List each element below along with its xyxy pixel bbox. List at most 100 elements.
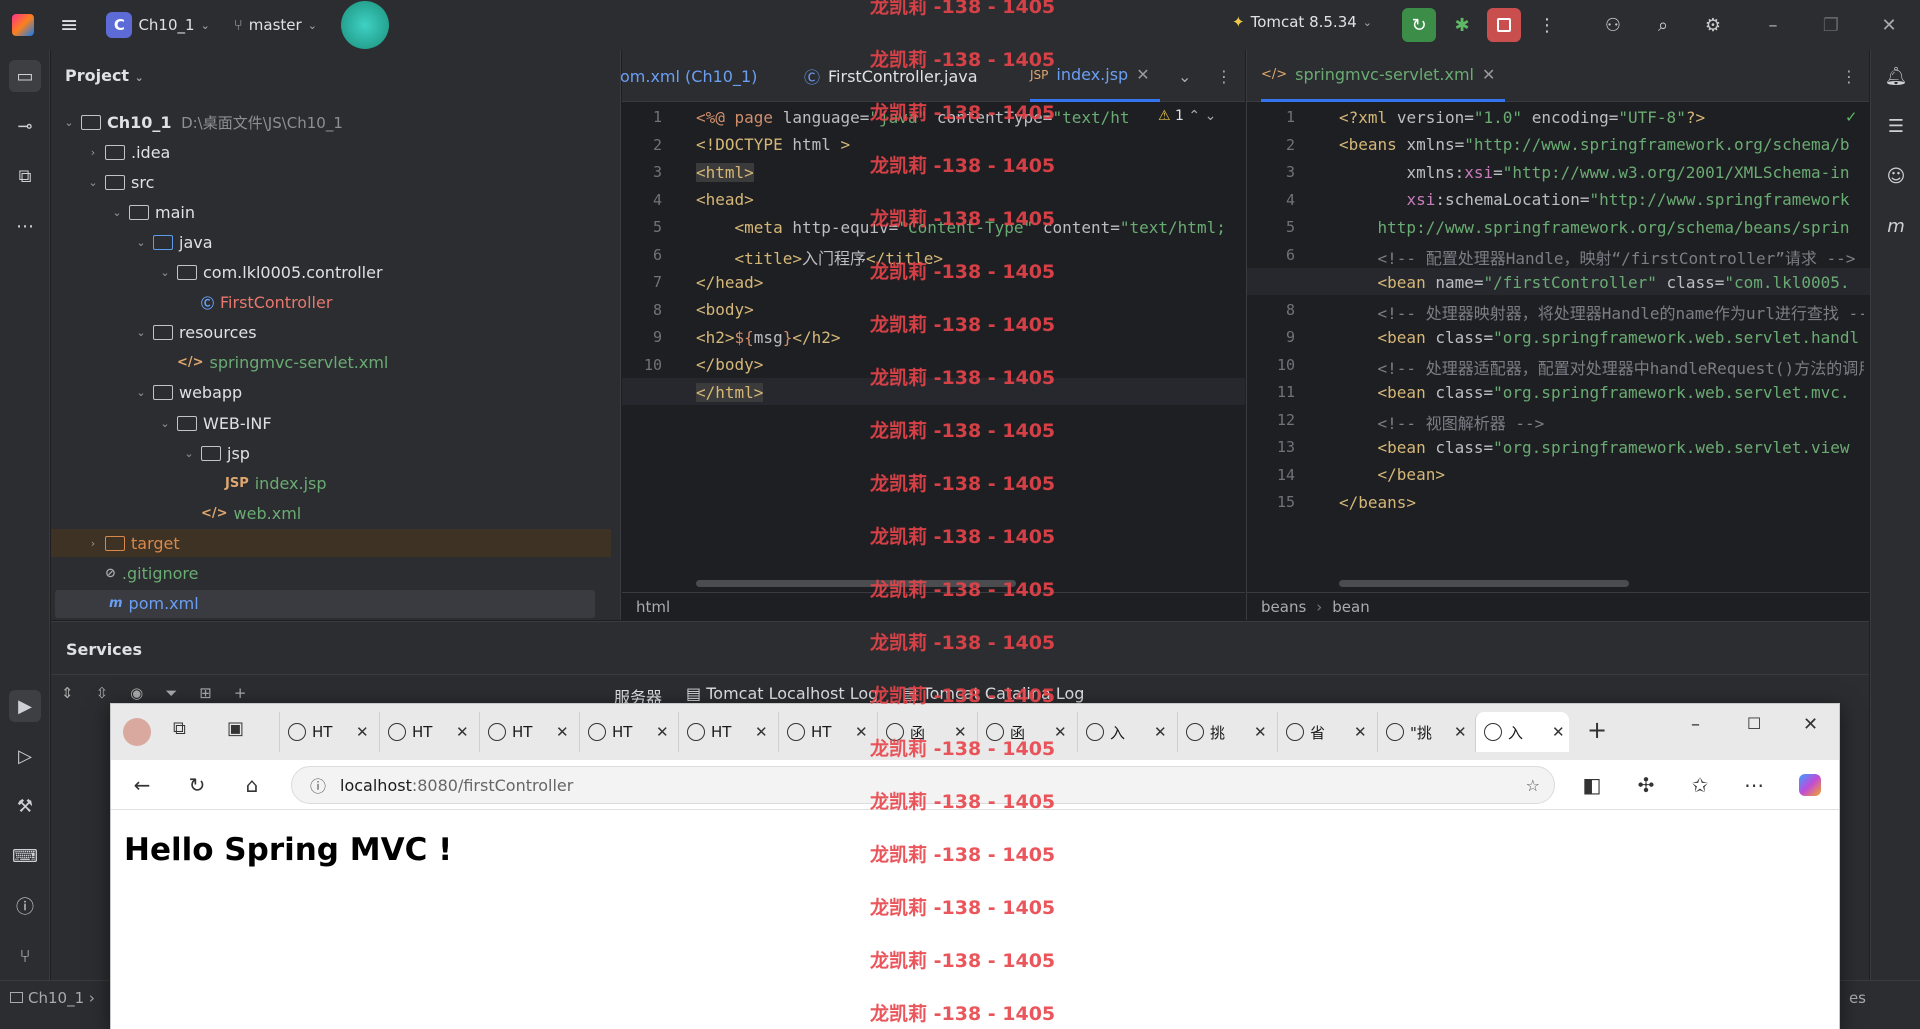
problems-tool-button[interactable]: ⓘ [9,890,41,922]
chevron-down-icon[interactable]: ⌄ [157,266,173,279]
rerun-button[interactable]: ↻ [1402,8,1436,42]
more-actions-button[interactable]: ⋮ [1530,8,1564,42]
new-tab-button[interactable]: + [1587,716,1607,744]
expand-all-icon[interactable]: ⇕ [61,684,74,702]
new-service-icon[interactable]: ⊞ [199,684,212,702]
tab-pom-xml[interactable]: om.xml (Ch10_1) [620,50,757,102]
run-config-selector[interactable]: ✦ Tomcat 8.5.34 ⌄ [1232,13,1372,31]
tree-item[interactable]: JSP index.jsp [51,469,611,497]
browser-tab[interactable]: HT ✕ [678,712,772,752]
browser-tab[interactable]: 挑 ✕ [1177,712,1271,752]
code-area[interactable]: <?xml version="1.0" encoding="UTF-8"?> <… [1339,104,1864,554]
filter-icon[interactable]: ⏷ [165,684,177,702]
browser-tab[interactable]: HT ✕ [379,712,473,752]
chevron-down-icon[interactable]: ⌄ [109,206,125,219]
branch-selector[interactable]: ⑂ master ⌄ [234,16,317,34]
close-tab-icon[interactable]: ✕ [1136,65,1149,84]
breadcrumb[interactable]: beans › bean [1247,592,1869,620]
ai-assistant-logo-icon[interactable] [340,1,389,49]
close-tab-icon[interactable]: ✕ [1354,723,1367,741]
close-tab-icon[interactable]: ✕ [456,723,469,741]
chevron-down-icon[interactable]: ⌄ [61,116,77,129]
close-tab-icon[interactable]: ✕ [1154,723,1167,741]
browser-tab[interactable]: HT ✕ [479,712,573,752]
favorites-button[interactable]: ✩ [1685,770,1715,800]
close-tab-icon[interactable]: ✕ [755,723,768,741]
tree-item[interactable]: ⌄ src [51,168,611,196]
close-button[interactable]: ✕ [1872,8,1906,42]
tree-item[interactable]: ⌄ com.lkl0005.controller [51,259,611,287]
maven-button[interactable]: m [1880,210,1912,242]
chevron-down-icon[interactable]: ⌄ [133,386,149,399]
stop-button[interactable] [1487,8,1521,42]
chevron-down-icon[interactable]: ⌄ [133,236,149,249]
close-button[interactable]: ✕ [1803,714,1818,735]
close-tab-icon[interactable]: ✕ [1454,723,1467,741]
browser-tab[interactable]: "挑 ✕ [1377,712,1471,752]
tree-item[interactable]: </> web.xml [51,499,611,527]
browser-tab[interactable]: 入 ✕ [1077,712,1171,752]
project-tool-button[interactable]: ▭ [9,60,41,92]
build-tool-button[interactable]: ⚒ [9,790,41,822]
tree-item[interactable]: ⌄ Ch10_1 D:\桌面文件\JS\Ch10_1 [51,108,611,136]
tree-item[interactable]: ⌄ java [51,228,611,256]
browser-tab[interactable]: 入 ✕ [1475,712,1569,752]
browser-tab[interactable]: HT ✕ [778,712,872,752]
close-tab-icon[interactable]: ✕ [556,723,569,741]
close-tab-icon[interactable]: ✕ [1482,65,1495,84]
chevron-down-icon[interactable]: ⌄ [157,417,173,430]
terminal-tool-button[interactable]: ⌨ [9,840,41,872]
close-tab-icon[interactable]: ✕ [1054,723,1067,741]
tab-overflow-button[interactable]: ⌄ [1178,50,1191,102]
collapse-all-icon[interactable]: ⇳ [96,684,109,702]
close-tab-icon[interactable]: ✕ [656,723,669,741]
main-menu-button[interactable]: ≡ [60,13,78,38]
structure-tool-button[interactable]: ⧉ [9,160,41,192]
profile-avatar[interactable] [123,718,151,746]
maximize-button[interactable]: ☐ [1747,714,1761,733]
refresh-button[interactable]: ↻ [182,770,212,800]
tree-item[interactable]: ⌄ main [51,198,611,226]
tree-item[interactable]: ⌄ resources [51,319,611,347]
search-button[interactable]: ⌕ [1646,8,1680,42]
editor-menu-button[interactable]: ⋮ [1216,50,1232,102]
tree-item[interactable]: ⌄ WEB-INF [51,409,611,437]
commit-tool-button[interactable]: ⊸ [9,110,41,142]
tree-item[interactable]: m pom.xml [55,589,595,618]
copilot-button[interactable] [1795,770,1825,800]
chevron-right-icon[interactable]: › [85,537,101,550]
browser-tab[interactable]: HT ✕ [579,712,673,752]
breadcrumb-item[interactable]: bean [1332,598,1369,616]
chevron-down-icon[interactable]: ⌄ [85,176,101,189]
run-tool-button[interactable]: ▷ [9,740,41,772]
services-tool-button[interactable]: ▶ [9,690,41,722]
database-button[interactable]: ☰ [1880,110,1912,142]
warning-indicator[interactable]: ⚠ 1 ⌃ ⌄ [1158,108,1216,124]
more-tools-button[interactable]: ⋯ [9,210,41,242]
tree-item[interactable]: ⌄ jsp [51,439,611,467]
add-icon[interactable]: + [234,684,247,702]
minimize-button[interactable]: – [1756,8,1790,42]
notifications-button[interactable]: 🔔︎ [1880,60,1912,92]
close-tab-icon[interactable]: ✕ [855,723,868,741]
home-button[interactable]: ⌂ [237,770,267,800]
extensions-button[interactable]: ✣ [1631,770,1661,800]
chevron-down-icon[interactable]: ⌄ [181,447,197,460]
minimize-button[interactable]: – [1691,714,1700,735]
workspaces-icon[interactable]: ⧉ [173,718,186,739]
tree-item[interactable]: ⌄ webapp [51,379,611,407]
debug-button[interactable]: ✱ [1445,8,1479,42]
settings-button[interactable]: ⚙ [1696,8,1730,42]
close-tab-icon[interactable]: ✕ [356,723,369,741]
status-project[interactable]: Ch10_1 › [10,989,95,1007]
maximize-button[interactable]: ❐ [1814,8,1848,42]
editor-menu-button[interactable]: ⋮ [1841,50,1857,102]
eye-icon[interactable]: ◉ [130,684,143,702]
chevron-right-icon[interactable]: › [85,146,101,159]
tree-item[interactable]: Ⓒ FirstController [51,289,611,317]
extension-button[interactable]: ◧ [1577,770,1607,800]
project-selector[interactable]: C Ch10_1 ⌄ [106,12,210,38]
ai-assistant-button[interactable]: ☺ [1880,160,1912,192]
back-button[interactable]: ← [127,770,157,800]
close-tab-icon[interactable]: ✕ [1254,723,1267,741]
